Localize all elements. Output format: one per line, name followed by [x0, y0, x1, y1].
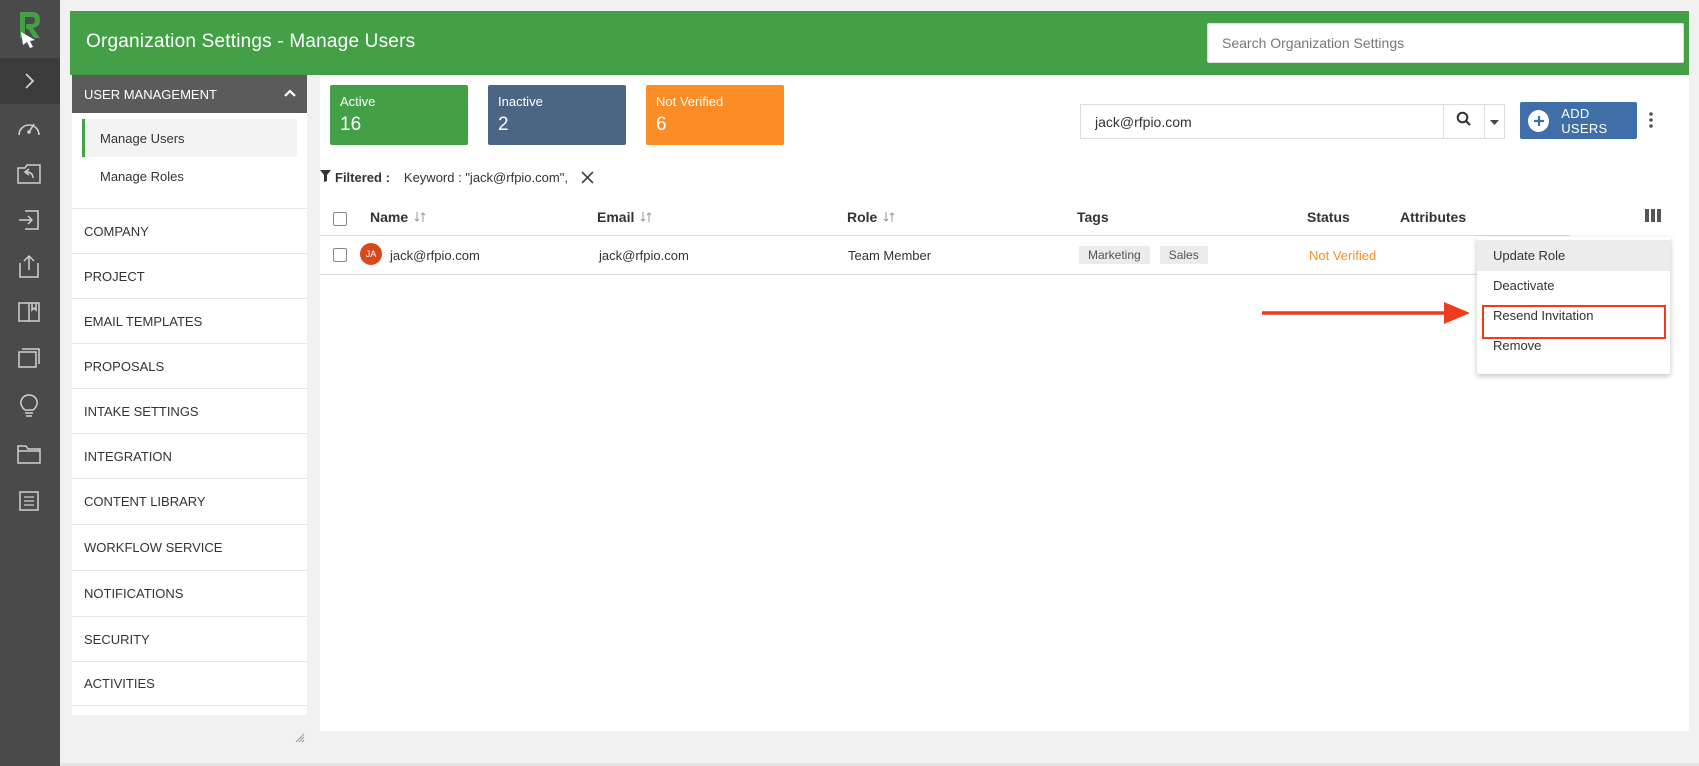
clear-filter-icon[interactable]	[580, 170, 595, 185]
card-label: Active	[340, 94, 376, 109]
nav-item-proposals[interactable]: PROPOSALS	[72, 343, 307, 388]
status-badge: Not Verified	[1309, 247, 1377, 263]
left-rail	[0, 0, 60, 766]
nav-item-security[interactable]: SECURITY	[72, 616, 307, 661]
column-header-label: Role	[847, 209, 878, 225]
card-value: 2	[498, 114, 509, 135]
card-value: 6	[656, 114, 667, 135]
search-button[interactable]	[1443, 104, 1485, 139]
export-icon[interactable]	[15, 252, 43, 280]
nav-item-content-library[interactable]: CONTENT LIBRARY	[72, 478, 307, 523]
resize-grip-icon[interactable]	[295, 730, 305, 748]
filter-icon	[320, 169, 331, 185]
tag-badge: Sales	[1159, 246, 1208, 264]
menu-item-deactivate[interactable]: Deactivate	[1477, 270, 1670, 301]
nav-item-activities[interactable]: ACTIVITIES	[72, 661, 307, 706]
table-header-divider	[320, 235, 1570, 236]
nav-item-manage-users[interactable]: Manage Users	[82, 119, 297, 157]
app-window: Organization Settings - Manage Users USE…	[0, 0, 1699, 766]
annotation-arrow-icon	[1262, 300, 1472, 331]
organization-settings-search-input[interactable]	[1207, 23, 1684, 63]
column-header-label: Name	[370, 209, 409, 225]
sort-arrows-icon[interactable]	[883, 212, 895, 222]
nav-section-user-management[interactable]: USER MANAGEMENT	[72, 75, 307, 113]
plus-circle-icon	[1528, 109, 1550, 132]
active-filter-bar: Filtered : Keyword : "jack@rfpio.com",	[320, 167, 595, 187]
search-icon	[1456, 111, 1472, 132]
sort-arrows-icon[interactable]	[640, 212, 652, 222]
dashboard-gauge-icon[interactable]	[15, 114, 43, 142]
row-checkbox[interactable]	[333, 248, 347, 262]
active-count-card[interactable]: Active 16	[330, 85, 468, 145]
filter-keyword: Keyword : "jack@rfpio.com",	[403, 169, 568, 185]
lightbulb-icon[interactable]	[15, 392, 43, 420]
tag-badge: Marketing	[1079, 246, 1150, 264]
add-users-button[interactable]: ADD USERS	[1520, 102, 1637, 139]
nav-item-notifications[interactable]: NOTIFICATIONS	[72, 570, 307, 615]
logo-r-icon[interactable]	[0, 0, 60, 58]
select-all-checkbox[interactable]	[333, 212, 347, 226]
main-area: Organization Settings - Manage Users USE…	[60, 0, 1699, 766]
windows-icon[interactable]	[15, 344, 43, 372]
inbox-reply-icon[interactable]	[15, 160, 43, 188]
nav-item-company[interactable]: COMPANY	[72, 208, 307, 253]
nav-item-manage-roles[interactable]: Manage Roles	[82, 157, 297, 195]
caret-down-icon	[1490, 113, 1499, 131]
nav-item-email-templates[interactable]: EMAIL TEMPLATES	[72, 298, 307, 343]
column-header-label: Email	[597, 209, 635, 225]
manage-users-panel: Active 16 Inactive 2 Not Verified 6 jack…	[320, 75, 1689, 731]
search-options-dropdown[interactable]	[1485, 104, 1505, 139]
book-icon[interactable]	[15, 298, 43, 326]
card-label: Inactive	[498, 94, 543, 109]
columns-icon[interactable]	[1645, 209, 1661, 227]
user-email-cell: jack@rfpio.com	[599, 247, 689, 263]
sort-arrows-icon[interactable]	[414, 212, 426, 222]
not-verified-count-card[interactable]: Not Verified 6	[646, 85, 784, 145]
more-options-icon[interactable]	[1642, 105, 1660, 135]
page-title: Organization Settings - Manage Users	[86, 31, 416, 52]
page-header: Organization Settings - Manage Users	[70, 11, 1689, 75]
add-users-label: ADD USERS	[1561, 105, 1608, 136]
column-header-tags: Tags	[1077, 209, 1109, 225]
card-value: 16	[340, 114, 362, 135]
nav-section-label: USER MANAGEMENT	[84, 86, 217, 102]
table-row-divider	[320, 274, 1570, 275]
column-header-name[interactable]: Name	[370, 207, 426, 227]
nav-item-intake-settings[interactable]: INTAKE SETTINGS	[72, 388, 307, 433]
document-list-icon[interactable]	[15, 487, 43, 515]
user-tags-cell: Marketing Sales	[1079, 245, 1218, 265]
column-header-email[interactable]: Email	[597, 207, 652, 227]
chevron-up-icon[interactable]	[283, 86, 297, 103]
column-header-role[interactable]: Role	[847, 207, 895, 227]
import-icon[interactable]	[15, 206, 43, 234]
nav-item-workflow-service[interactable]: WORKFLOW SERVICE	[72, 524, 307, 569]
menu-item-update-role[interactable]: Update Role	[1477, 240, 1670, 271]
user-name-cell[interactable]: jack@rfpio.com	[390, 245, 480, 265]
inactive-count-card[interactable]: Inactive 2	[488, 85, 626, 145]
folder-icon[interactable]	[15, 440, 43, 468]
settings-nav: USER MANAGEMENT Manage Users Manage Role…	[72, 75, 307, 715]
user-search-input[interactable]	[1080, 104, 1443, 139]
column-header-attributes: Attributes	[1400, 209, 1467, 225]
card-label: Not Verified	[656, 94, 724, 109]
nav-item-project[interactable]: PROJECT	[72, 253, 307, 298]
annotation-highlight-box	[1482, 305, 1666, 339]
chevron-right-icon[interactable]	[0, 58, 60, 104]
avatar: JA	[360, 243, 382, 265]
filter-label: Filtered :	[335, 169, 390, 185]
column-header-status: Status	[1307, 209, 1350, 225]
user-role-cell: Team Member	[848, 247, 932, 263]
nav-item-integration[interactable]: INTEGRATION	[72, 433, 307, 478]
